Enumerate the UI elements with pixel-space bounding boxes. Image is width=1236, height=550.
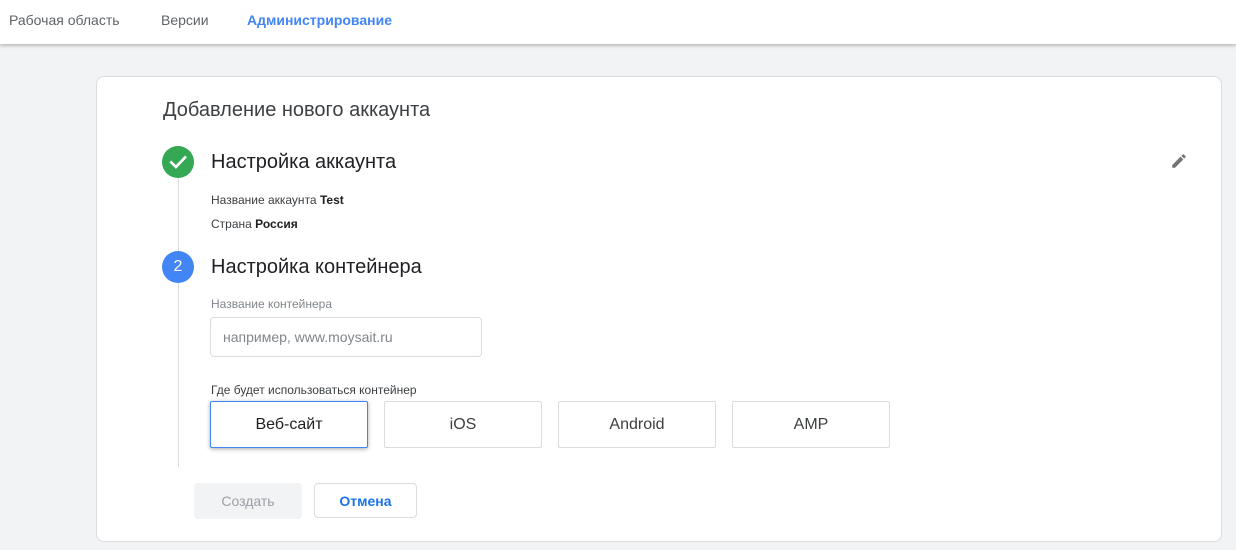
edit-account-button[interactable] bbox=[1170, 152, 1190, 172]
stepper-line bbox=[178, 177, 179, 467]
country-info: Страна Россия bbox=[211, 217, 298, 231]
step1-complete-badge bbox=[162, 146, 194, 178]
platform-android-button[interactable]: Android bbox=[558, 401, 716, 448]
tab-versions[interactable]: Версии bbox=[161, 0, 209, 42]
container-name-input[interactable] bbox=[210, 317, 482, 357]
new-account-card: Добавление нового аккаунта Настройка акк… bbox=[96, 76, 1222, 542]
platform-ios-button[interactable]: iOS bbox=[384, 401, 542, 448]
create-button[interactable]: Создать bbox=[194, 483, 302, 519]
platform-amp-button[interactable]: AMP bbox=[732, 401, 890, 448]
country-label: Страна bbox=[211, 217, 252, 231]
cancel-button[interactable]: Отмена bbox=[314, 483, 417, 518]
pencil-icon bbox=[1172, 154, 1186, 168]
check-icon bbox=[169, 155, 187, 169]
account-name-info: Название аккаунта Test bbox=[211, 193, 344, 207]
tab-admin[interactable]: Администрирование bbox=[247, 0, 392, 42]
account-name-label: Название аккаунта bbox=[211, 193, 317, 207]
country-value: Россия bbox=[255, 217, 298, 231]
step2-number-badge: 2 bbox=[162, 251, 194, 283]
top-nav-bar: Рабочая область Версии Администрирование bbox=[0, 0, 1236, 44]
step2-title: Настройка контейнера bbox=[211, 256, 422, 278]
step1-title: Настройка аккаунта bbox=[211, 151, 397, 173]
container-name-label: Название контейнера bbox=[211, 297, 333, 311]
tab-workspace[interactable]: Рабочая область bbox=[9, 0, 120, 42]
usage-label: Где будет использоваться контейнер bbox=[211, 383, 417, 397]
page-title: Добавление нового аккаунта bbox=[163, 99, 431, 121]
platform-web-button[interactable]: Веб-сайт bbox=[210, 401, 368, 448]
account-name-value: Test bbox=[319, 193, 344, 207]
